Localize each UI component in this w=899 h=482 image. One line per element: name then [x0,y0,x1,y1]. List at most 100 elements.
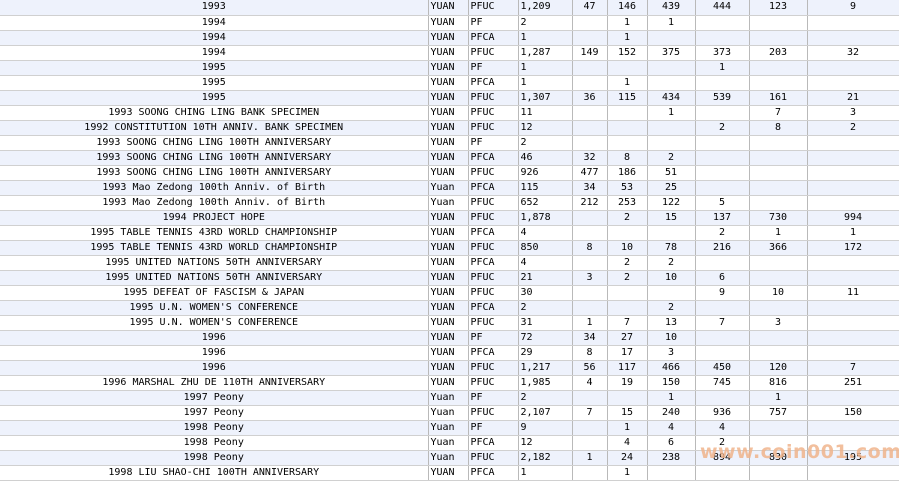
row-description: 1996 [0,345,429,361]
table-row: 1994 PROJECT HOPE YUAN PFUC 1,878 2 15 137 730 9… [0,210,899,226]
row-count-2: 2 [607,270,648,286]
row-count-3 [647,60,696,76]
row-description: 1998 Peony [0,420,429,436]
table-row: 1993 SOONG CHING LING 100TH ANNIVERSARY Y… [0,150,899,166]
row-count-5 [749,420,808,436]
table-row: 1998 Peony Yuan PFUC 2,182 1 24 238 894 830 195 [0,450,899,466]
row-currency: YUAN [428,285,469,301]
row-description: 1993 SOONG CHING LING 100TH ANNIVERSARY [0,135,429,151]
row-count-4 [695,465,750,481]
row-count-1: 149 [572,45,608,61]
row-total: 1,287 [518,45,573,61]
row-count-6: 195 [807,450,899,466]
row-count-5 [749,435,808,451]
row-count-1: 8 [572,345,608,361]
row-count-4: 745 [695,375,750,391]
row-type: PFUC [468,165,519,181]
row-description: 1993 [0,0,429,16]
row-count-5: 730 [749,210,808,226]
row-count-4: 2 [695,120,750,136]
row-type: PFUC [468,45,519,61]
row-count-6: 21 [807,90,899,106]
row-total: 4 [518,255,573,271]
row-count-1 [572,420,608,436]
row-count-3: 1 [647,390,696,406]
row-total: 1,217 [518,360,573,376]
row-type: PF [468,15,519,31]
row-count-6 [807,390,899,406]
row-count-6: 32 [807,45,899,61]
row-count-6 [807,435,899,451]
table-row: 1996 MARSHAL ZHU DE 110TH ANNIVERSARY YUA… [0,375,899,391]
row-count-3: 466 [647,360,696,376]
row-count-2 [607,120,648,136]
row-count-1 [572,15,608,31]
row-count-1 [572,390,608,406]
row-count-6 [807,60,899,76]
row-count-6 [807,180,899,196]
row-count-5 [749,330,808,346]
row-count-6: 9 [807,0,899,16]
row-count-6: 994 [807,210,899,226]
row-count-3 [647,75,696,91]
row-description: 1993 Mao Zedong 100th Anniv. of Birth [0,195,429,211]
row-total: 2 [518,300,573,316]
row-count-1 [572,285,608,301]
row-currency: YUAN [428,75,469,91]
row-count-1 [572,435,608,451]
row-count-3: 240 [647,405,696,421]
row-count-4 [695,330,750,346]
row-count-6 [807,330,899,346]
row-count-2 [607,390,648,406]
row-count-2 [607,285,648,301]
row-count-2: 2 [607,255,648,271]
row-count-1 [572,300,608,316]
row-currency: YUAN [428,45,469,61]
row-currency: Yuan [428,405,469,421]
table-row: 1995 UNITED NATIONS 50TH ANNIVERSARY YUAN… [0,270,899,286]
table-row: 1993 SOONG CHING LING 100TH ANNIVERSARY Y… [0,135,899,151]
row-description: 1993 SOONG CHING LING 100TH ANNIVERSARY [0,150,429,166]
row-count-5: 757 [749,405,808,421]
row-count-2: 1 [607,75,648,91]
row-count-2: 115 [607,90,648,106]
row-description: 1997 Peony [0,390,429,406]
row-currency: YUAN [428,300,469,316]
row-currency: Yuan [428,420,469,436]
row-count-5 [749,180,808,196]
row-count-4: 1 [695,60,750,76]
row-count-5: 3 [749,315,808,331]
row-currency: YUAN [428,360,469,376]
row-count-1: 4 [572,375,608,391]
row-count-2: 15 [607,405,648,421]
row-type: PFCA [468,150,519,166]
row-count-2: 24 [607,450,648,466]
row-currency: YUAN [428,465,469,481]
table-row: 1996 YUAN PF 72 34 27 10 [0,330,899,346]
census-table: 1993 YUAN PFUC 1,209 47 146 439 444 123 9 1994 YUAN… [0,0,899,481]
row-count-2: 152 [607,45,648,61]
row-count-1: 47 [572,0,608,16]
row-count-2: 4 [607,435,648,451]
row-type: PFUC [468,210,519,226]
row-count-2 [607,60,648,76]
row-count-5 [749,345,808,361]
row-type: PFUC [468,315,519,331]
row-currency: Yuan [428,435,469,451]
table-row: 1995 UNITED NATIONS 50TH ANNIVERSARY YUAN… [0,255,899,271]
row-count-2: 117 [607,360,648,376]
table-row: 1995 YUAN PFCA 1 1 [0,75,899,91]
row-count-2: 53 [607,180,648,196]
row-count-1 [572,75,608,91]
row-count-1: 36 [572,90,608,106]
row-count-6 [807,30,899,46]
row-count-5 [749,150,808,166]
row-total: 2,182 [518,450,573,466]
row-total: 2 [518,15,573,31]
row-count-5: 10 [749,285,808,301]
row-total: 1 [518,30,573,46]
row-count-4 [695,15,750,31]
row-count-4 [695,30,750,46]
table-row: 1993 SOONG CHING LING BANK SPECIMEN YUAN P… [0,105,899,121]
row-count-6 [807,465,899,481]
